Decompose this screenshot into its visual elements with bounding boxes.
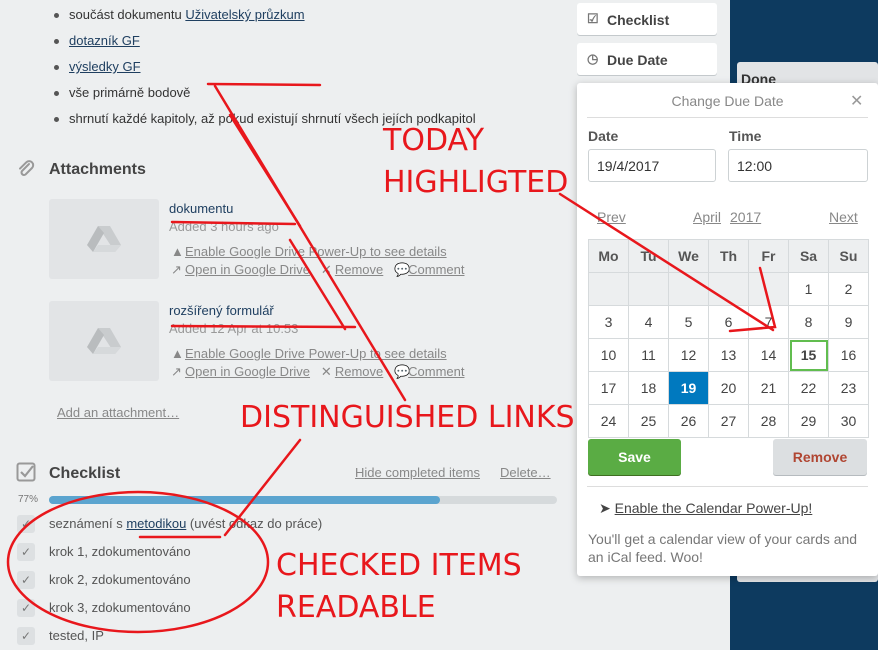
- annotation-today: TODAY: [383, 123, 485, 158]
- annotation-arrowhead: [728, 266, 777, 333]
- annotation-pointer-line: [213, 84, 407, 402]
- annotation-readable: READABLE: [276, 590, 436, 625]
- annotation-underline: [206, 82, 322, 87]
- annotation-highlighted: HIGHLIGTED: [383, 165, 569, 200]
- annotation-ellipse-checklist: [6, 490, 270, 634]
- annotation-arrow-today: [558, 192, 775, 332]
- annotation-underline: [170, 220, 297, 226]
- annotation-underline: [170, 324, 357, 329]
- annotation-pointer-line: [223, 438, 302, 537]
- annotation-pointer-line: [228, 113, 302, 228]
- annotation-checked-items: CHECKED ITEMS: [276, 548, 522, 583]
- annotation-distinguished-links: DISTINGUISHED LINKS: [240, 400, 575, 435]
